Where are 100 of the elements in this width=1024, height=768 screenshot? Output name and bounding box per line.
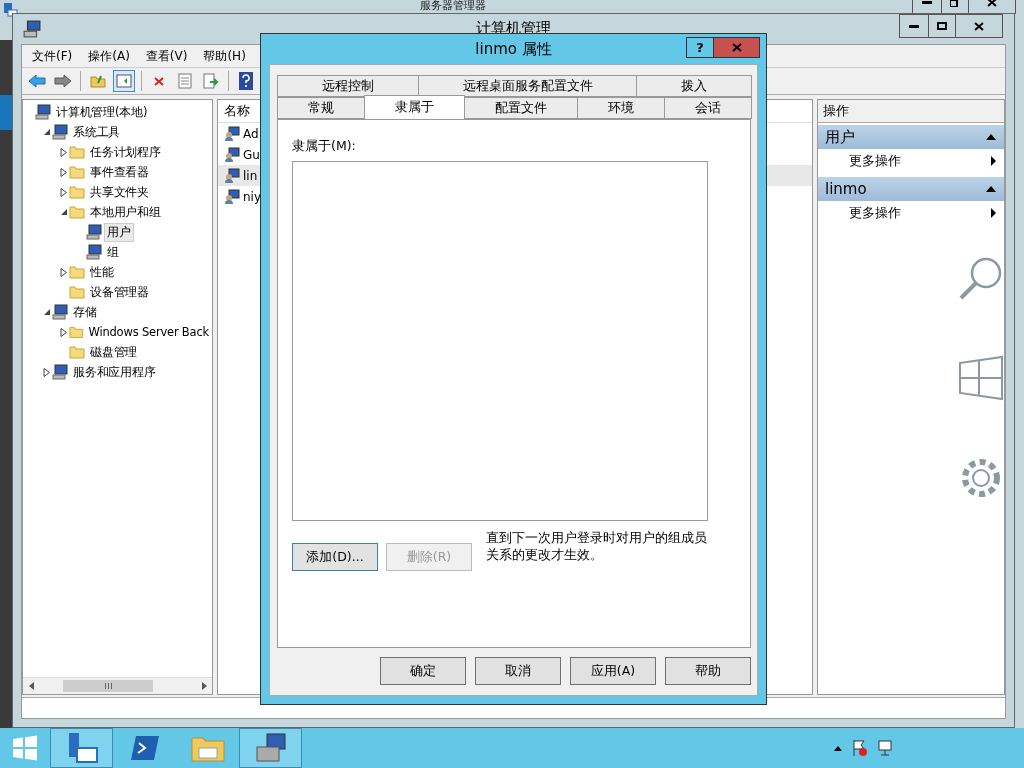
menu-item[interactable]: 帮助(H) (195, 47, 254, 65)
folder-icon (69, 325, 84, 339)
minimize-icon (909, 24, 919, 28)
folder-icon (69, 285, 85, 299)
collapse-caret-icon (986, 186, 996, 192)
folder-icon (69, 265, 85, 279)
tree-item[interactable]: 计算机管理(本地) (53, 102, 151, 122)
help-button[interactable]: ? (686, 36, 714, 58)
folder-icon (69, 205, 85, 219)
folder-icon (90, 74, 106, 88)
minimize-button[interactable] (899, 14, 929, 38)
menu-item[interactable]: 查看(V) (137, 47, 196, 65)
folder-icon (69, 345, 85, 359)
forward-arrow-icon (54, 74, 72, 88)
panel-icon (116, 74, 132, 88)
close-button[interactable] (955, 14, 1003, 38)
computer-icon (52, 304, 68, 320)
grip-icon (104, 683, 112, 689)
tree-item[interactable]: 存储 (70, 302, 100, 322)
tab[interactable]: 配置文件 (464, 97, 578, 119)
collapse-caret-icon (986, 134, 996, 140)
network-icon (878, 740, 894, 756)
tree-item[interactable]: 服务和应用程序 (70, 362, 159, 382)
folder-icon (190, 734, 225, 762)
tree-item[interactable]: 本地用户和组 (87, 202, 164, 222)
back-arrow-icon (28, 74, 46, 88)
tree-item[interactable]: 用户 (104, 222, 134, 242)
tree-item[interactable]: 性能 (87, 262, 117, 282)
right-caret-icon (991, 156, 996, 166)
document-icon (178, 73, 192, 89)
user-icon (224, 188, 240, 205)
folder-icon (69, 165, 85, 179)
tree-item[interactable]: 设备管理器 (87, 282, 152, 302)
section-header[interactable]: linmo (818, 177, 1004, 201)
nav-highlight (0, 95, 12, 130)
action-label: 更多操作 (849, 204, 901, 222)
dialog-button[interactable]: 帮助 (665, 657, 751, 685)
tab[interactable]: 远程桌面服务配置文件 (417, 75, 638, 97)
tab[interactable]: 会话 (664, 97, 752, 119)
close-icon (974, 21, 984, 31)
help-icon (239, 72, 253, 90)
menu-item[interactable]: 文件(F) (24, 47, 81, 65)
dialog-title: linmo 属性 (475, 40, 552, 59)
taskbar-app-button[interactable] (50, 728, 113, 768)
tab[interactable]: 常规 (277, 97, 365, 119)
action-item[interactable]: 更多操作 (818, 149, 1004, 173)
taskbar-app-button[interactable] (239, 728, 302, 768)
tab[interactable]: 隶属于 (364, 95, 465, 119)
right-caret-icon (201, 682, 207, 690)
flag-icon (852, 739, 868, 757)
section-header[interactable]: 用户 (818, 125, 1004, 149)
console-tree-button[interactable] (113, 70, 135, 92)
dialog-button[interactable]: 应用(A) (570, 657, 656, 685)
folder-icon (69, 145, 85, 159)
windows-logo-icon (958, 355, 1004, 401)
tree-item[interactable]: 任务计划程序 (87, 142, 164, 162)
action-label: 更多操作 (849, 152, 901, 170)
tree-item[interactable]: 事件查看器 (87, 162, 152, 182)
tree-item[interactable]: 磁盘管理 (87, 342, 141, 362)
tree-item[interactable]: Windows Server Back (85, 323, 212, 341)
close-icon (987, 0, 997, 7)
dialog-button[interactable]: 取消 (475, 657, 561, 685)
tree-item[interactable]: 系统工具 (70, 122, 124, 142)
window-title: 服务器管理器 (420, 0, 486, 12)
close-icon (731, 42, 742, 52)
section-title: 用户 (825, 127, 855, 147)
list-item[interactable]: Gu (243, 147, 260, 162)
info-text: 直到下一次用户登录时对用户的组成员关系的更改才生效。 (486, 529, 708, 563)
export-icon (203, 73, 219, 89)
windows-logo-icon (12, 735, 38, 761)
column-header[interactable]: 名称 (224, 102, 250, 120)
menu-item[interactable]: 操作(A) (80, 47, 138, 65)
minimize-icon (922, 0, 932, 4)
left-caret-icon (28, 682, 34, 690)
tab[interactable]: 拨入 (636, 75, 752, 97)
folder-icon (69, 185, 85, 199)
list-item[interactable]: Ad (243, 126, 259, 141)
action-button[interactable]: 添加(D)... (292, 543, 378, 571)
maximize-icon (937, 22, 947, 30)
delete-icon (154, 76, 164, 86)
computer-icon (52, 364, 68, 380)
computer-icon (35, 104, 51, 120)
computer-icon (86, 224, 102, 240)
pane-header: 操作 (818, 100, 1004, 123)
list-item[interactable]: lin (243, 168, 258, 183)
tree-item[interactable]: 组 (104, 242, 122, 262)
restore-icon (950, 0, 960, 7)
list-item[interactable]: niy (243, 189, 262, 204)
scroll-thumb[interactable] (63, 680, 153, 692)
dialog-button[interactable]: 确定 (380, 657, 466, 685)
action-item[interactable]: 更多操作 (818, 201, 1004, 225)
tab[interactable]: 远程控制 (277, 75, 419, 97)
section-title: linmo (825, 180, 867, 198)
close-button[interactable] (714, 36, 760, 58)
computer-toolbox-icon (254, 733, 287, 763)
computer-icon (86, 244, 102, 260)
tab[interactable]: 环境 (577, 97, 665, 119)
terminal-icon (129, 735, 160, 761)
tree-item[interactable]: 共享文件夹 (87, 182, 152, 202)
maximize-button[interactable] (928, 14, 956, 38)
